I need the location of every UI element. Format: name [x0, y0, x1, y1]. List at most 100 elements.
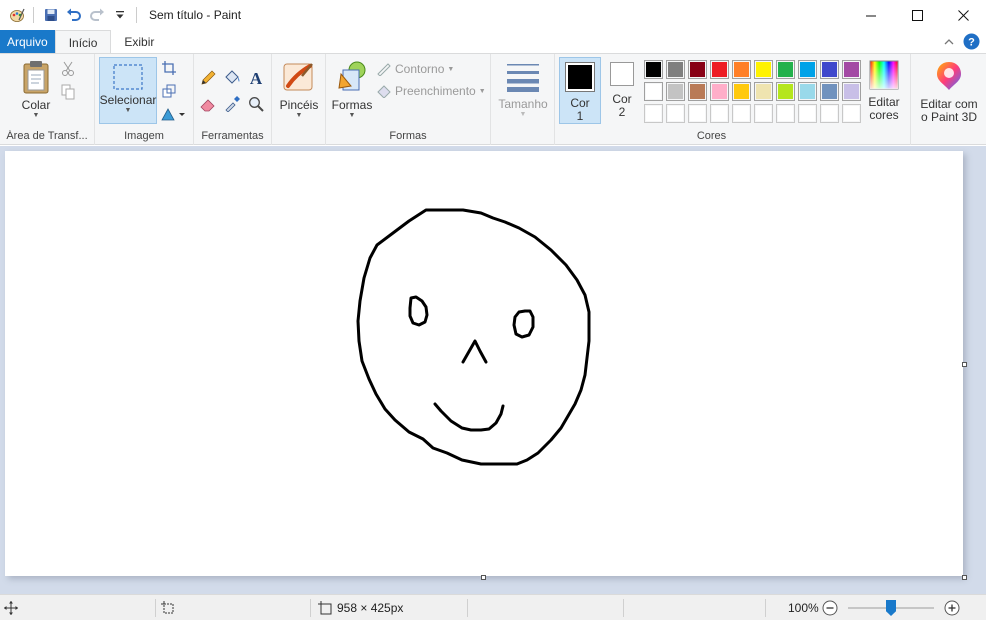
brushes-button[interactable]: Pincéis ▼ [277, 60, 321, 120]
zoom-in-button[interactable] [944, 595, 960, 620]
palette-swatch[interactable] [842, 60, 861, 79]
color-picker-icon[interactable] [222, 94, 242, 114]
resize-handle-right[interactable] [962, 362, 967, 367]
palette-swatch[interactable] [820, 104, 839, 123]
palette-swatch[interactable] [666, 60, 685, 79]
palette-swatch[interactable] [776, 104, 795, 123]
canvas-size-indicator: 958 × 425px [318, 595, 403, 620]
eraser-icon[interactable] [198, 94, 218, 114]
zoom-out-button[interactable] [822, 595, 838, 620]
select-button[interactable]: Selecionar ▼ [99, 57, 157, 124]
palette-swatch[interactable] [666, 82, 685, 101]
fill-icon [377, 85, 391, 98]
shapes-button[interactable]: Formas ▼ [331, 60, 373, 120]
right-eye [512, 309, 535, 339]
shapes-icon [338, 61, 366, 91]
pencil-icon[interactable] [198, 68, 218, 88]
palette-swatch-fill [822, 84, 837, 99]
rotate-icon[interactable] [159, 104, 187, 124]
outline-icon [377, 63, 391, 76]
outline-dropdown[interactable]: Contorno ▼ [376, 62, 454, 76]
customize-toolbar-icon[interactable] [109, 4, 131, 26]
palette-swatch[interactable] [820, 82, 839, 101]
redo-icon[interactable] [86, 4, 108, 26]
drawing-canvas[interactable] [5, 151, 963, 576]
size-group: Tamanho ▼ [491, 54, 555, 145]
palette-swatch[interactable] [732, 82, 751, 101]
palette-swatch[interactable] [688, 60, 707, 79]
resize-handle-bottom[interactable] [481, 575, 486, 580]
palette-swatch[interactable] [688, 82, 707, 101]
ribbon-right-controls: ? [943, 33, 980, 53]
zoom-slider-thumb[interactable] [886, 600, 896, 616]
palette-swatch[interactable] [798, 104, 817, 123]
color2-swatch [610, 62, 634, 86]
edit-colors-button[interactable]: Editar cores [865, 60, 903, 122]
size-button[interactable]: Tamanho ▼ [498, 62, 548, 119]
palette-swatch[interactable] [798, 82, 817, 101]
palette-swatch[interactable] [644, 60, 663, 79]
separator [136, 7, 137, 23]
selection-size-icon [161, 595, 175, 620]
palette-swatch[interactable] [798, 60, 817, 79]
palette-swatch[interactable] [644, 104, 663, 123]
tab-file[interactable]: Arquivo [0, 30, 55, 54]
palette-swatch-fill [690, 84, 705, 99]
palette-swatch[interactable] [688, 104, 707, 123]
paste-button[interactable]: Colar ▼ [16, 60, 56, 120]
chevron-down-icon: ▼ [478, 87, 486, 95]
color1-button[interactable]: Cor 1 [559, 57, 601, 124]
palette-swatch[interactable] [644, 82, 663, 101]
fill-bucket-icon[interactable] [222, 68, 242, 88]
fill-dropdown[interactable]: Preenchimento ▼ [376, 84, 486, 98]
palette-swatch[interactable] [666, 104, 685, 123]
palette-swatch[interactable] [776, 82, 795, 101]
palette-swatch[interactable] [820, 60, 839, 79]
palette-swatch[interactable] [754, 104, 773, 123]
help-icon[interactable]: ? [963, 33, 980, 53]
copy-icon[interactable] [58, 82, 78, 102]
shapes-label: Formas [331, 98, 373, 112]
palette-swatch[interactable] [754, 82, 773, 101]
cursor-position-icon [4, 595, 18, 620]
minimize-button[interactable] [848, 0, 894, 30]
zoom-slider[interactable] [848, 595, 936, 620]
paint-app-icon[interactable] [6, 4, 28, 26]
maximize-button[interactable] [894, 0, 940, 30]
resize-handle-corner[interactable] [962, 575, 967, 580]
palette-swatch[interactable] [710, 104, 729, 123]
paint3d-group: Editar com o Paint 3D [910, 54, 986, 145]
palette-swatch[interactable] [754, 60, 773, 79]
resize-icon[interactable] [159, 81, 179, 101]
tab-view[interactable]: Exibir [111, 30, 167, 54]
separator [33, 7, 34, 23]
crop-icon[interactable] [159, 58, 179, 78]
color2-button[interactable]: Cor 2 [603, 62, 641, 119]
workspace [0, 146, 986, 594]
magnifier-icon[interactable] [246, 94, 266, 114]
edit-with-paint3d-button[interactable]: Editar com o Paint 3D [913, 60, 985, 124]
palette-swatch[interactable] [732, 60, 751, 79]
palette-swatch[interactable] [842, 82, 861, 101]
palette-swatch[interactable] [710, 60, 729, 79]
palette-swatch-fill [756, 106, 771, 121]
save-icon[interactable] [40, 4, 62, 26]
palette-swatch[interactable] [842, 104, 861, 123]
palette-swatch[interactable] [732, 104, 751, 123]
undo-icon[interactable] [63, 4, 85, 26]
status-divider [155, 599, 156, 617]
palette-swatch-fill [822, 62, 837, 77]
palette-swatch[interactable] [776, 60, 795, 79]
tools-group: A Ferramentas [194, 54, 272, 145]
clipboard-group: Colar ▼ Área de Transf... [0, 54, 95, 145]
close-button[interactable] [940, 0, 986, 30]
collapse-ribbon-icon[interactable] [943, 36, 955, 50]
tab-home[interactable]: Início [54, 30, 112, 54]
text-icon[interactable]: A [246, 68, 266, 88]
shapes-group: Formas ▼ Contorno ▼ Preenchimento ▼ Form… [326, 54, 491, 145]
palette-swatch-fill [844, 84, 859, 99]
color1-label-line2: 1 [576, 109, 584, 123]
palette-swatch[interactable] [710, 82, 729, 101]
brushes-label: Pincéis [279, 98, 319, 112]
cut-icon[interactable] [58, 59, 78, 79]
